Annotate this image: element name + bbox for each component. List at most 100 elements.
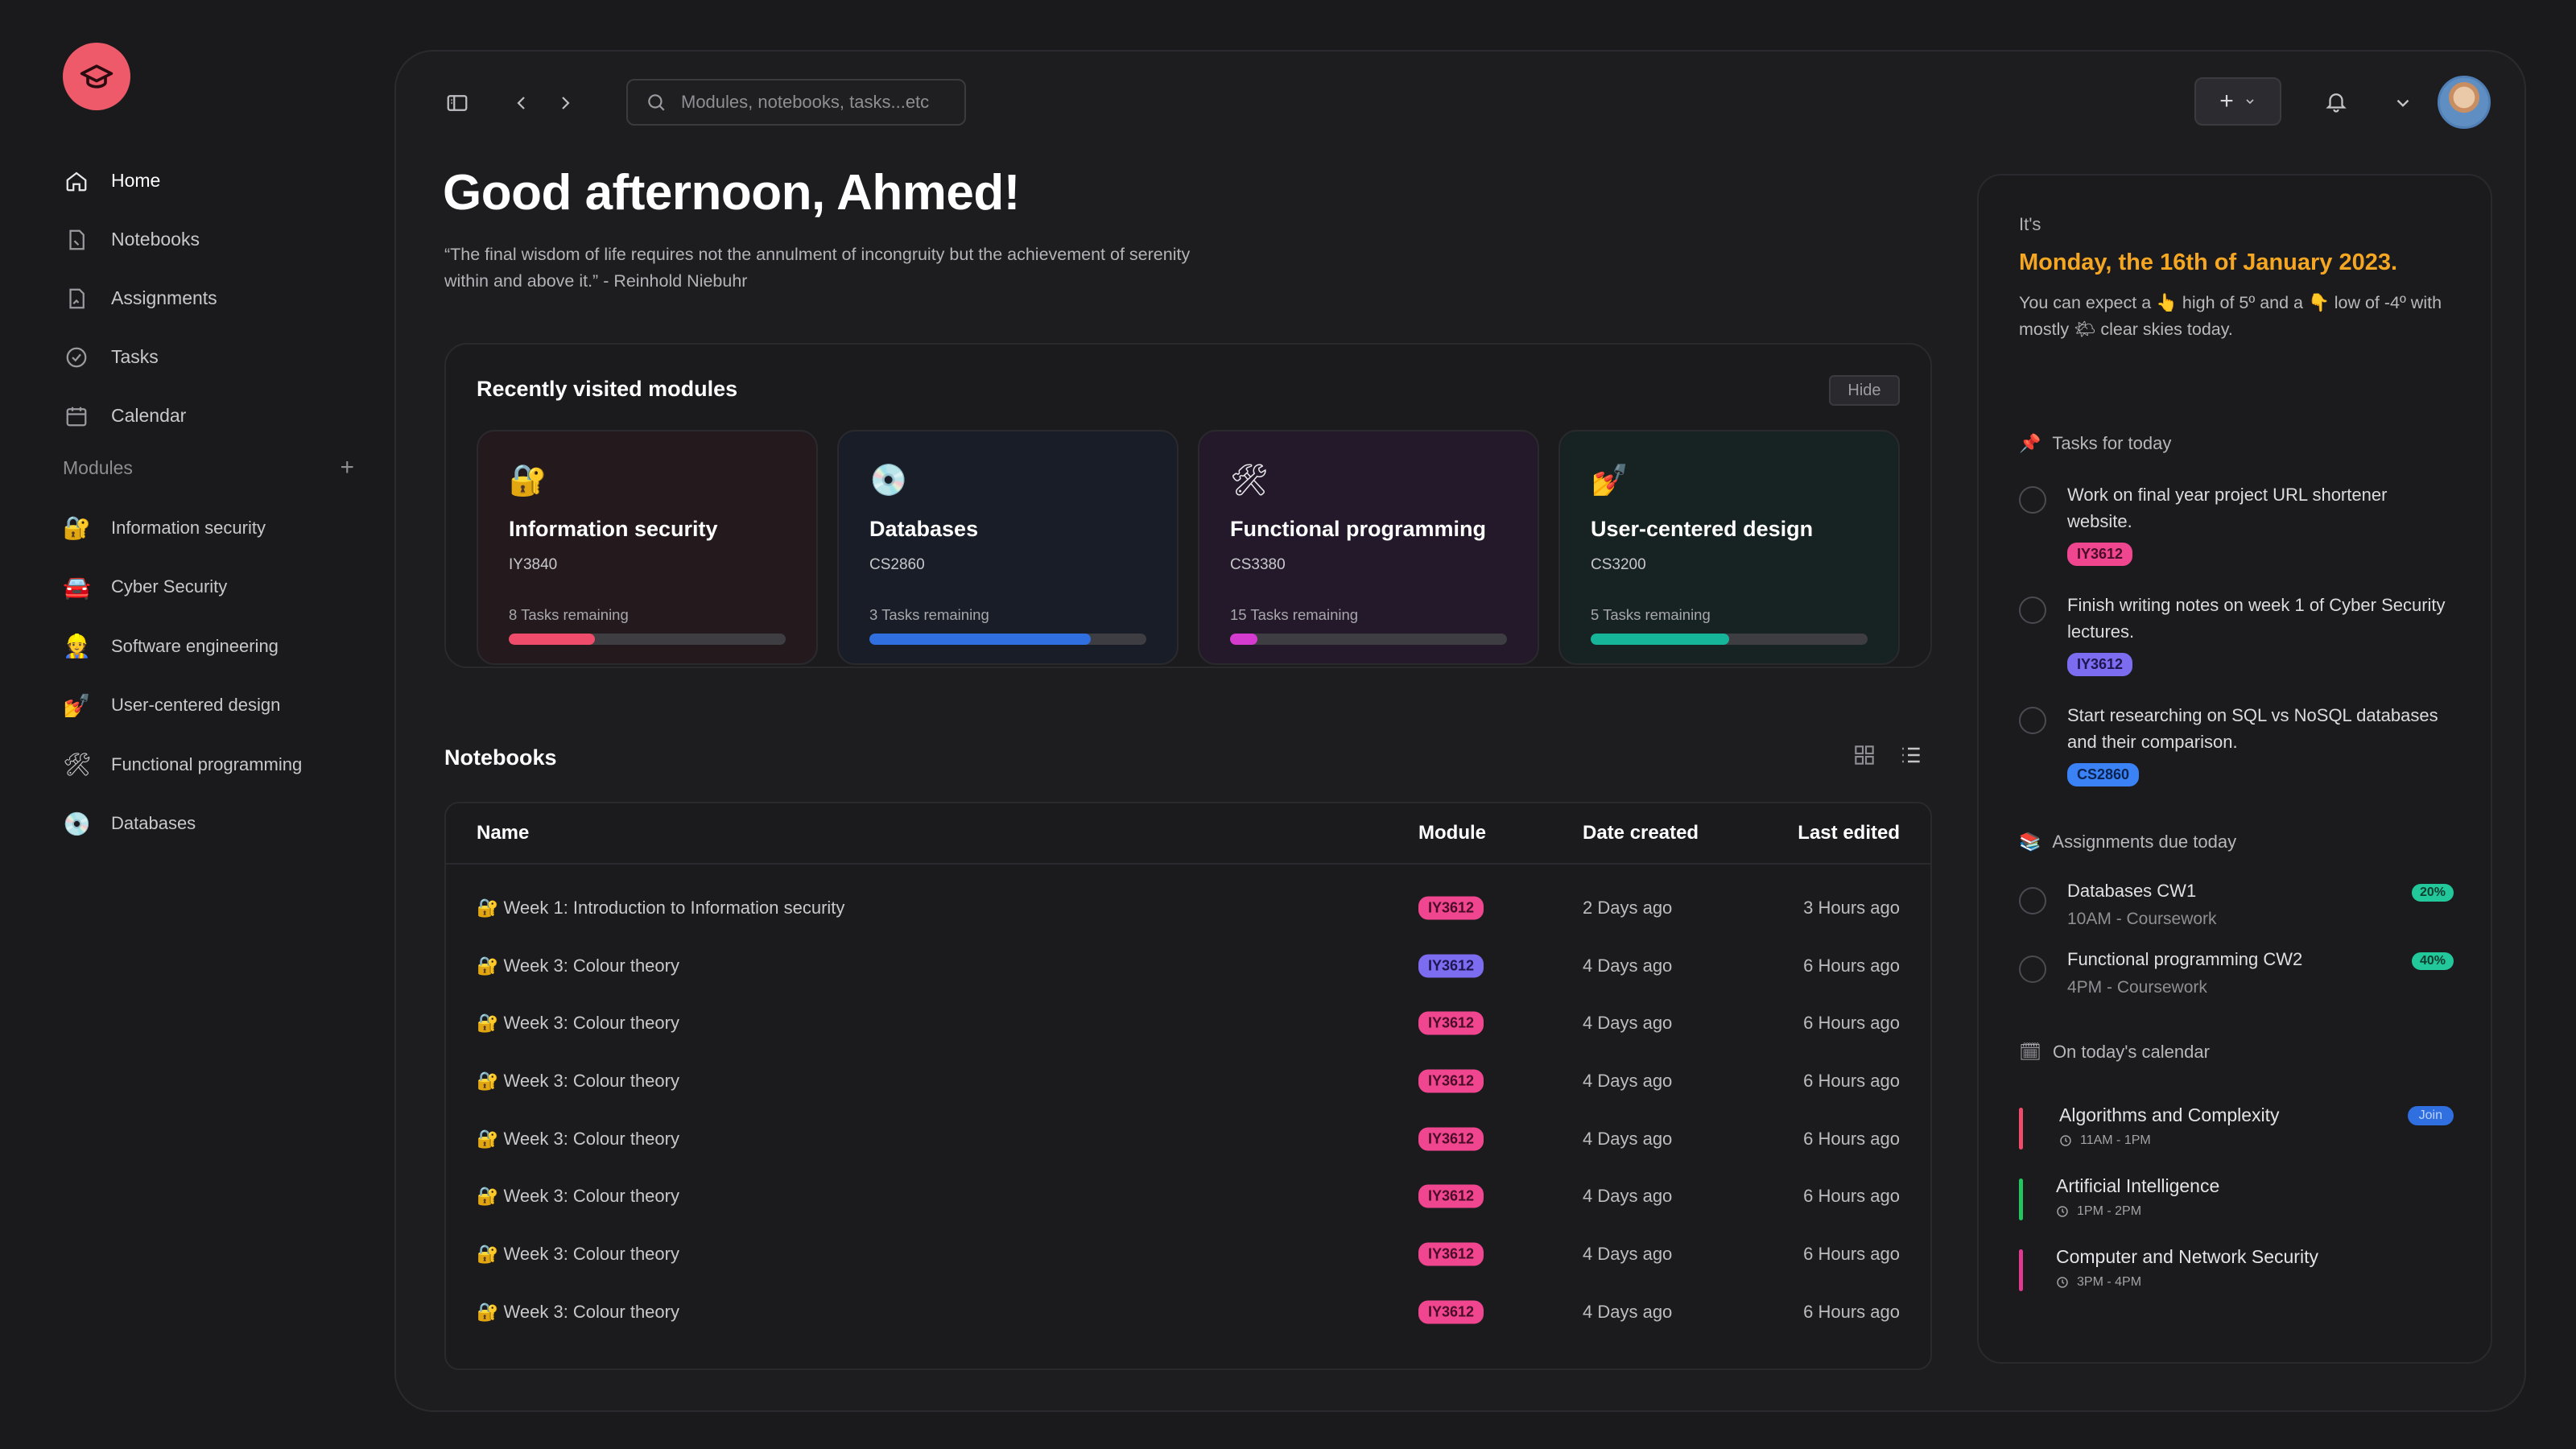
notebook-name[interactable]: 🔐 Week 3: Colour theory bbox=[477, 1302, 679, 1323]
event-title: Algorithms and Complexity bbox=[2059, 1104, 2280, 1125]
task-checkbox[interactable] bbox=[2019, 597, 2046, 624]
calendar-icon bbox=[63, 402, 90, 430]
add-new-button[interactable]: + bbox=[2194, 77, 2281, 126]
quote: “The final wisdom of life requires not t… bbox=[444, 245, 1191, 291]
hide-button[interactable]: Hide bbox=[1829, 375, 1900, 406]
notebook-name[interactable]: 🔐 Week 3: Colour theory bbox=[477, 1013, 679, 1034]
table-body: 🔐 Week 1: Introduction to Information se… bbox=[446, 865, 1930, 1341]
module-card-databases[interactable]: 💿 Databases CS2860 3 Tasks remaining bbox=[837, 430, 1179, 665]
check-circle-icon bbox=[63, 344, 90, 371]
module-card-information-security[interactable]: 🔐 Information security IY3840 8 Tasks re… bbox=[477, 430, 818, 665]
search-icon bbox=[648, 94, 665, 111]
bell-icon[interactable] bbox=[2318, 84, 2354, 119]
table-row[interactable]: 🔐 Week 3: Colour theory IY3612 4 Days ago 6… bbox=[446, 1052, 1930, 1110]
module-item-label: User-centered design bbox=[111, 695, 281, 716]
back-arrow-icon[interactable] bbox=[509, 87, 535, 119]
task-text: Finish writing notes on week 1 of Cyber … bbox=[2067, 595, 2446, 642]
module-tag: IY3612 bbox=[1418, 1184, 1484, 1208]
last-edited: 6 Hours ago bbox=[1803, 1013, 1900, 1034]
date-created: 4 Days ago bbox=[1583, 1243, 1673, 1264]
module-progress-bar bbox=[509, 634, 786, 645]
last-edited: 6 Hours ago bbox=[1803, 1186, 1900, 1207]
calendar-event[interactable]: Artificial Intelligence 1PM - 2PM bbox=[2019, 1175, 2454, 1224]
clock-icon bbox=[2060, 1135, 2071, 1146]
column-header-name[interactable]: Name bbox=[477, 822, 529, 844]
task-checkbox[interactable] bbox=[2019, 486, 2046, 514]
nav-tasks[interactable]: Tasks bbox=[63, 328, 361, 386]
tasks-section-title: 📌 Tasks for today bbox=[2019, 433, 2171, 454]
notebook-name[interactable]: 🔐 Week 3: Colour theory bbox=[477, 956, 679, 976]
module-item-label: Software engineering bbox=[111, 635, 279, 656]
notebook-name[interactable]: 🔐 Week 3: Colour theory bbox=[477, 1129, 679, 1150]
table-row[interactable]: 🔐 Week 3: Colour theory IY3612 4 Days ago 6… bbox=[446, 1283, 1930, 1341]
avatar[interactable] bbox=[2438, 76, 2491, 129]
grid-view-icon[interactable] bbox=[1852, 742, 1877, 768]
assignments-title-label: Assignments due today bbox=[2052, 832, 2237, 852]
nav-notebooks-label: Notebooks bbox=[111, 229, 200, 250]
event-color-bar bbox=[2019, 1249, 2023, 1291]
clock-icon bbox=[2057, 1206, 2068, 1217]
module-item-cyber-security[interactable]: 🚘 Cyber Security bbox=[63, 558, 369, 617]
last-edited: 6 Hours ago bbox=[1803, 955, 1900, 976]
event-color-bar bbox=[2019, 1108, 2023, 1150]
calendar-event[interactable]: Computer and Network Security 3PM - 4PM bbox=[2019, 1246, 2454, 1294]
progress-fill bbox=[1230, 634, 1258, 645]
notebook-name[interactable]: 🔐 Week 3: Colour theory bbox=[477, 1186, 679, 1207]
task-item: Start researching on SQL vs NoSQL databa… bbox=[2019, 702, 2470, 791]
module-card-name: Databases bbox=[869, 517, 979, 541]
module-item-information-security[interactable]: 🔐 Information security bbox=[63, 498, 369, 558]
nav-home[interactable]: Home bbox=[63, 151, 361, 210]
module-card-code: CS3200 bbox=[1591, 556, 1646, 573]
module-card-functional-programming[interactable]: 🛠 Functional programming CS3380 15 Tasks… bbox=[1198, 430, 1539, 665]
weather-text: You can expect a 👆 high of 5º and a 👇 lo… bbox=[2019, 293, 2442, 339]
search-input[interactable]: Modules, notebooks, tasks...etc bbox=[626, 79, 966, 126]
date-created: 4 Days ago bbox=[1583, 1301, 1673, 1322]
nav-assignments[interactable]: Assignments bbox=[63, 269, 361, 328]
sidebar-toggle-icon[interactable] bbox=[441, 87, 473, 119]
notebook-name[interactable]: 🔐 Week 1: Introduction to Information se… bbox=[477, 898, 844, 919]
assignment-title: Functional programming CW2 bbox=[2067, 949, 2303, 969]
table-row[interactable]: 🔐 Week 3: Colour theory IY3612 4 Days ago 6… bbox=[446, 1110, 1930, 1168]
event-time-label: 11AM - 1PM bbox=[2080, 1133, 2151, 1147]
table-row[interactable]: 🔐 Week 3: Colour theory IY3612 4 Days ago 6… bbox=[446, 1167, 1930, 1225]
table-row[interactable]: 🔐 Week 3: Colour theory IY3612 4 Days ago 6… bbox=[446, 1225, 1930, 1283]
module-item-functional-programming[interactable]: 🛠 Functional programming bbox=[63, 735, 369, 795]
assignment-checkbox[interactable] bbox=[2019, 956, 2046, 983]
nav-assignments-label: Assignments bbox=[111, 287, 217, 308]
event-time: 11AM - 1PM bbox=[2059, 1133, 2151, 1148]
module-card-user-centered-design[interactable]: 💅 User-centered design CS3200 5 Tasks re… bbox=[1558, 430, 1900, 665]
event-time-label: 3PM - 4PM bbox=[2077, 1275, 2142, 1289]
progress-fill bbox=[869, 634, 1092, 645]
module-item-user-centered-design[interactable]: 💅 User-centered design bbox=[63, 676, 369, 736]
task-checkbox[interactable] bbox=[2019, 707, 2046, 734]
add-module-icon[interactable]: + bbox=[340, 456, 354, 480]
column-header-module[interactable]: Module bbox=[1418, 822, 1486, 844]
module-card-code: IY3840 bbox=[509, 556, 558, 573]
module-item-software-engineering[interactable]: 👷 Software engineering bbox=[63, 617, 369, 676]
assignment-checkbox[interactable] bbox=[2019, 887, 2046, 914]
table-row[interactable]: 🔐 Week 1: Introduction to Information se… bbox=[446, 879, 1930, 937]
module-item-label: Information security bbox=[111, 517, 266, 538]
module-tag: IY3612 bbox=[1418, 954, 1484, 978]
nav-notebooks[interactable]: Notebooks bbox=[63, 210, 361, 269]
account-chevron-down-icon[interactable] bbox=[2389, 87, 2417, 119]
forward-arrow-icon[interactable] bbox=[552, 87, 578, 119]
module-card-code: CS2860 bbox=[869, 556, 925, 573]
calendar-event[interactable]: Algorithms and Complexity 11AM - 1PM Joi… bbox=[2019, 1104, 2454, 1153]
column-header-edited[interactable]: Last edited bbox=[1798, 822, 1900, 844]
join-button[interactable]: Join bbox=[2407, 1106, 2454, 1125]
event-title: Computer and Network Security bbox=[2056, 1246, 2318, 1267]
recent-modules-panel: Recently visited modules Hide 🔐 Informat… bbox=[444, 343, 1932, 668]
lock-icon: 🔐 bbox=[509, 464, 547, 497]
nav-calendar[interactable]: Calendar bbox=[63, 386, 361, 445]
column-header-date[interactable]: Date created bbox=[1583, 822, 1699, 844]
notebook-name[interactable]: 🔐 Week 3: Colour theory bbox=[477, 1244, 679, 1265]
module-item-databases[interactable]: 💿 Databases bbox=[63, 795, 369, 854]
list-view-icon[interactable] bbox=[1898, 742, 1924, 768]
app-logo[interactable] bbox=[63, 43, 130, 110]
pin-icon: 📌 bbox=[2019, 433, 2041, 453]
notebook-name[interactable]: 🔐 Week 3: Colour theory bbox=[477, 1071, 679, 1092]
table-row[interactable]: 🔐 Week 3: Colour theory IY3612 4 Days ago 6… bbox=[446, 994, 1930, 1052]
table-row[interactable]: 🔐 Week 3: Colour theory IY3612 4 Days ago 6… bbox=[446, 937, 1930, 995]
date-created: 4 Days ago bbox=[1583, 1128, 1673, 1149]
